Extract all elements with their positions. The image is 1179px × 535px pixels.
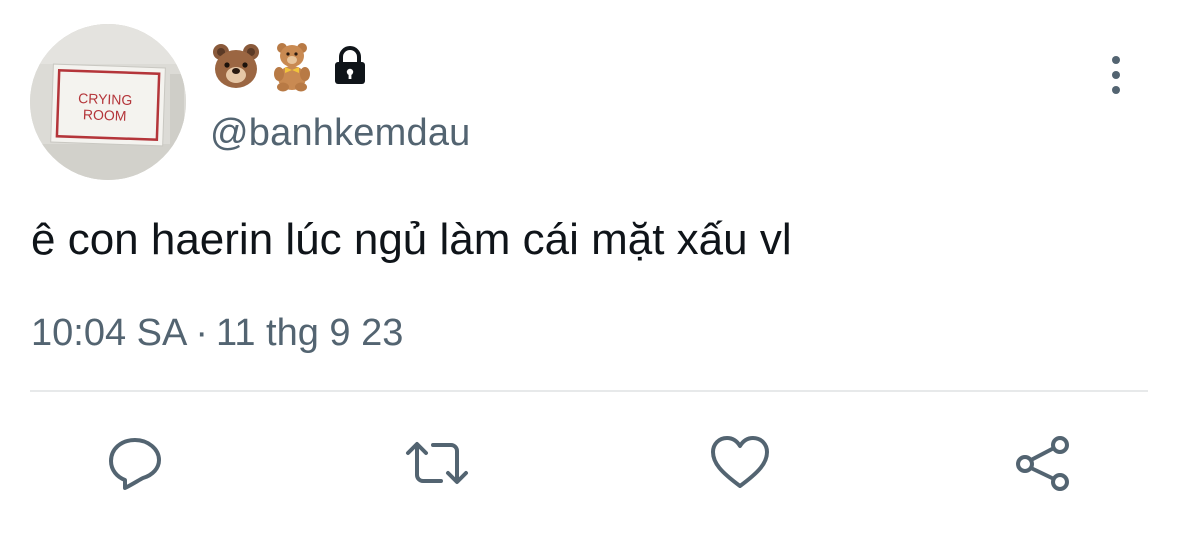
bear-face-icon	[213, 44, 259, 88]
more-options-button[interactable]	[1096, 50, 1136, 102]
tweet-text: ê con haerin lúc ngủ làm cái mặt xấu vl	[31, 215, 792, 264]
share-button[interactable]	[1010, 430, 1076, 496]
teddy-bear-icon	[274, 43, 310, 92]
display-name[interactable]	[210, 40, 372, 92]
user-handle[interactable]: @banhkemdau	[210, 110, 471, 156]
tweet-card: CRYING ROOM @banhkemdau ê con haerin lúc…	[0, 0, 1179, 535]
tweet-time: 10:04 SA	[31, 312, 188, 354]
tweet-timestamp[interactable]: 10:04 SA · 11 thg 9 23	[31, 310, 403, 356]
retweet-button[interactable]	[404, 430, 470, 496]
lock-icon	[335, 46, 365, 84]
like-icon	[711, 436, 769, 488]
like-button[interactable]	[707, 430, 773, 496]
reply-icon	[109, 438, 161, 490]
tweet-date: 11 thg 9 23	[216, 312, 404, 354]
avatar[interactable]: CRYING ROOM	[30, 24, 186, 180]
timestamp-separator: ·	[195, 312, 208, 354]
avatar-sign-text: CRYING ROOM	[77, 90, 133, 124]
divider	[30, 390, 1148, 392]
retweet-icon	[406, 442, 468, 484]
reply-button[interactable]	[102, 430, 168, 496]
more-vertical-icon	[1112, 56, 1120, 94]
share-icon	[1016, 436, 1069, 491]
